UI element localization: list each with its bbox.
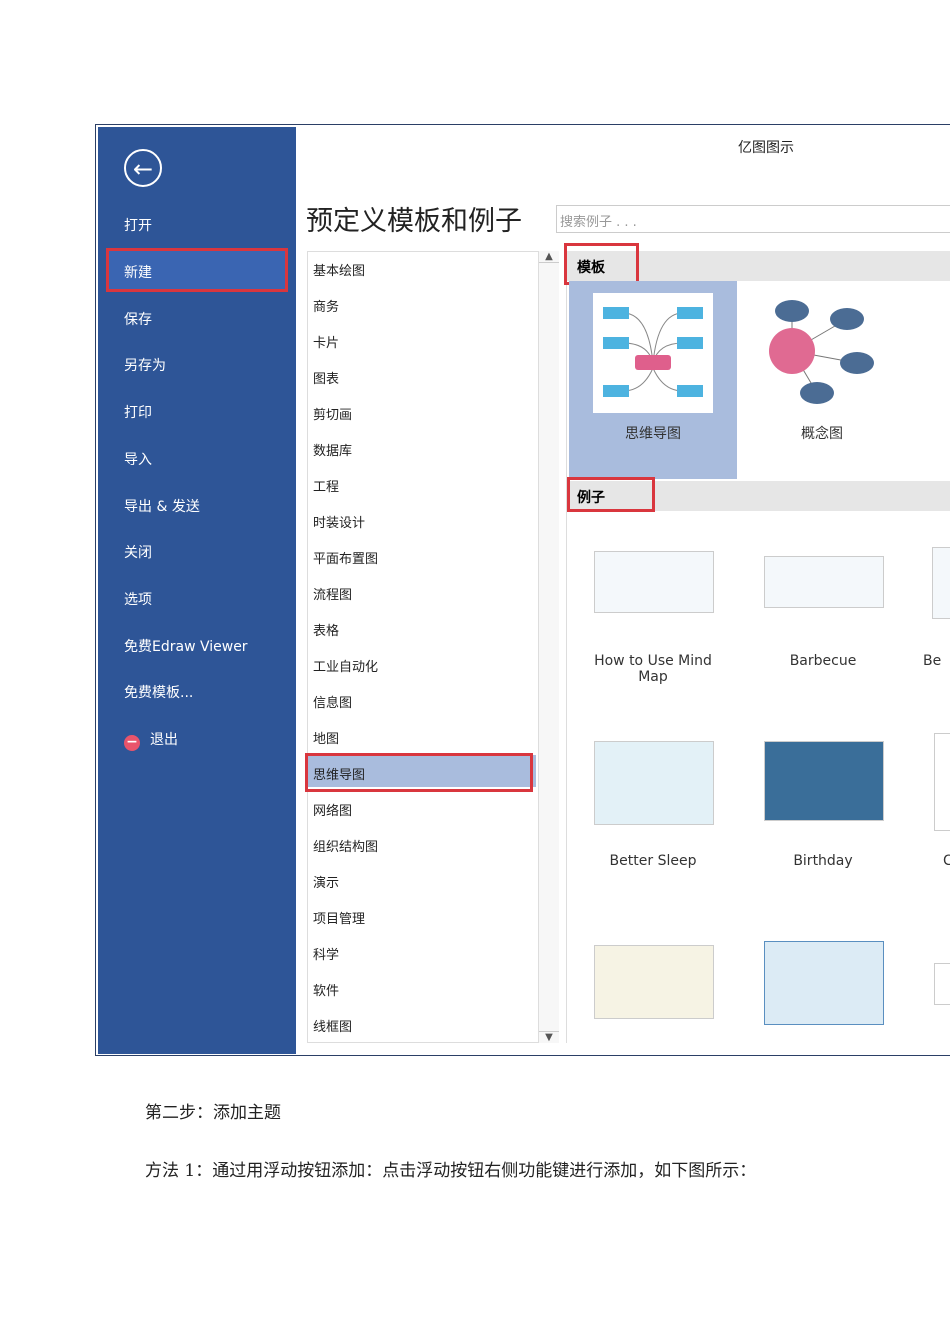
doc-method-text: 方法 1：通过用浮动按钮添加：点击浮动按钮右侧功能键进行添加，如下图所示： xyxy=(145,1161,757,1181)
example-label[interactable]: How to Use Mind Map xyxy=(583,653,723,685)
highlight-box xyxy=(567,477,655,512)
sidebar-item-exit[interactable]: − 退出 xyxy=(124,729,178,751)
template-panel: 模板 思维导图 概念图 例子 How to Use Mind Map Barbe… xyxy=(564,243,950,1043)
category-item[interactable]: 科学 xyxy=(313,944,339,963)
sidebar-item-export[interactable]: 导出 & 发送 xyxy=(124,496,200,516)
category-item[interactable]: 工程 xyxy=(313,476,339,495)
sidebar-item-import[interactable]: 导入 xyxy=(124,449,152,469)
sidebar-item-open[interactable]: 打开 xyxy=(124,215,152,235)
sidebar-item-templates[interactable]: 免费模板... xyxy=(124,682,193,702)
sidebar-item-new[interactable]: 新建 xyxy=(124,262,152,282)
doc-step-heading: 第二步：添加主题 xyxy=(145,1103,281,1123)
example-label[interactable]: Better Sleep xyxy=(583,853,723,869)
sidebar-item-save-as[interactable]: 另存为 xyxy=(124,355,166,375)
sidebar-item-print[interactable]: 打印 xyxy=(124,402,152,422)
exit-label: 退出 xyxy=(150,732,178,748)
concept-map-thumbnail xyxy=(769,300,874,404)
mindmap-thumbnail xyxy=(593,293,713,413)
category-item[interactable]: 工业自动化 xyxy=(313,656,378,675)
scroll-up-icon[interactable]: ▲ xyxy=(539,251,559,263)
template-label: 思维导图 xyxy=(625,426,681,442)
template-concept-map[interactable]: 概念图 xyxy=(752,281,892,479)
example-label[interactable]: Barbecue xyxy=(753,653,893,669)
sidebar-item-options[interactable]: 选项 xyxy=(124,589,152,609)
category-item[interactable]: 软件 xyxy=(313,980,339,999)
highlight-box xyxy=(564,243,639,285)
category-item[interactable]: 时装设计 xyxy=(313,512,365,531)
page-title: 预定义模板和例子 xyxy=(306,206,522,237)
sidebar-item-save[interactable]: 保存 xyxy=(124,309,152,329)
exit-icon: − xyxy=(124,735,140,751)
example-thumbnail[interactable] xyxy=(594,945,714,1019)
example-thumbnail[interactable] xyxy=(764,741,884,821)
category-item[interactable]: 基本绘图 xyxy=(313,260,365,279)
category-item[interactable]: 地图 xyxy=(313,728,339,747)
search-input[interactable]: 搜索例子 . . . xyxy=(556,205,950,233)
category-item[interactable]: 卡片 xyxy=(313,332,339,351)
sidebar-item-viewer[interactable]: 免费Edraw Viewer xyxy=(124,636,248,656)
window-title: 亿图图示 xyxy=(738,140,794,156)
example-thumbnail[interactable] xyxy=(764,941,884,1025)
sidebar: ← 打开 新建 保存 另存为 打印 导入 导出 & 发送 关闭 选项 免费Edr… xyxy=(98,127,296,1054)
template-mindmap[interactable]: 思维导图 xyxy=(569,281,737,479)
category-item[interactable]: 表格 xyxy=(313,620,339,639)
category-item[interactable]: 组织结构图 xyxy=(313,836,378,855)
example-thumbnail[interactable] xyxy=(934,733,950,831)
scrollbar[interactable]: ▲ ▼ xyxy=(538,251,559,1043)
example-thumbnail[interactable] xyxy=(932,547,950,619)
category-item[interactable]: 剪切画 xyxy=(313,404,352,423)
back-arrow-icon[interactable]: ← xyxy=(124,149,162,187)
category-item[interactable]: 思维导图 xyxy=(313,764,365,783)
category-item[interactable]: 信息图 xyxy=(313,692,352,711)
example-thumbnail[interactable] xyxy=(594,741,714,825)
category-item[interactable]: 商务 xyxy=(313,296,339,315)
example-thumbnail[interactable] xyxy=(934,963,950,1005)
category-item[interactable]: 数据库 xyxy=(313,440,352,459)
category-item[interactable]: 流程图 xyxy=(313,584,352,603)
scroll-down-icon[interactable]: ▼ xyxy=(539,1031,559,1043)
example-label[interactable]: Be xyxy=(923,653,950,669)
category-item[interactable]: 网络图 xyxy=(313,800,352,819)
edraw-screenshot: ← 打开 新建 保存 另存为 打印 导入 导出 & 发送 关闭 选项 免费Edr… xyxy=(95,124,950,1056)
category-item[interactable]: 线框图 xyxy=(313,1016,352,1035)
category-item[interactable]: 演示 xyxy=(313,872,339,891)
category-item[interactable]: 图表 xyxy=(313,368,339,387)
category-item[interactable]: 平面布置图 xyxy=(313,548,378,567)
category-list: 基本绘图商务卡片图表剪切画数据库工程时装设计平面布置图流程图表格工业自动化信息图… xyxy=(305,251,559,1043)
example-label[interactable]: Birthday xyxy=(753,853,893,869)
example-label[interactable]: C xyxy=(943,853,950,869)
category-item[interactable]: 项目管理 xyxy=(313,908,365,927)
example-thumbnail[interactable] xyxy=(594,551,714,613)
sidebar-item-close[interactable]: 关闭 xyxy=(124,542,152,562)
example-thumbnail[interactable] xyxy=(764,556,884,608)
template-label: 概念图 xyxy=(801,426,843,442)
